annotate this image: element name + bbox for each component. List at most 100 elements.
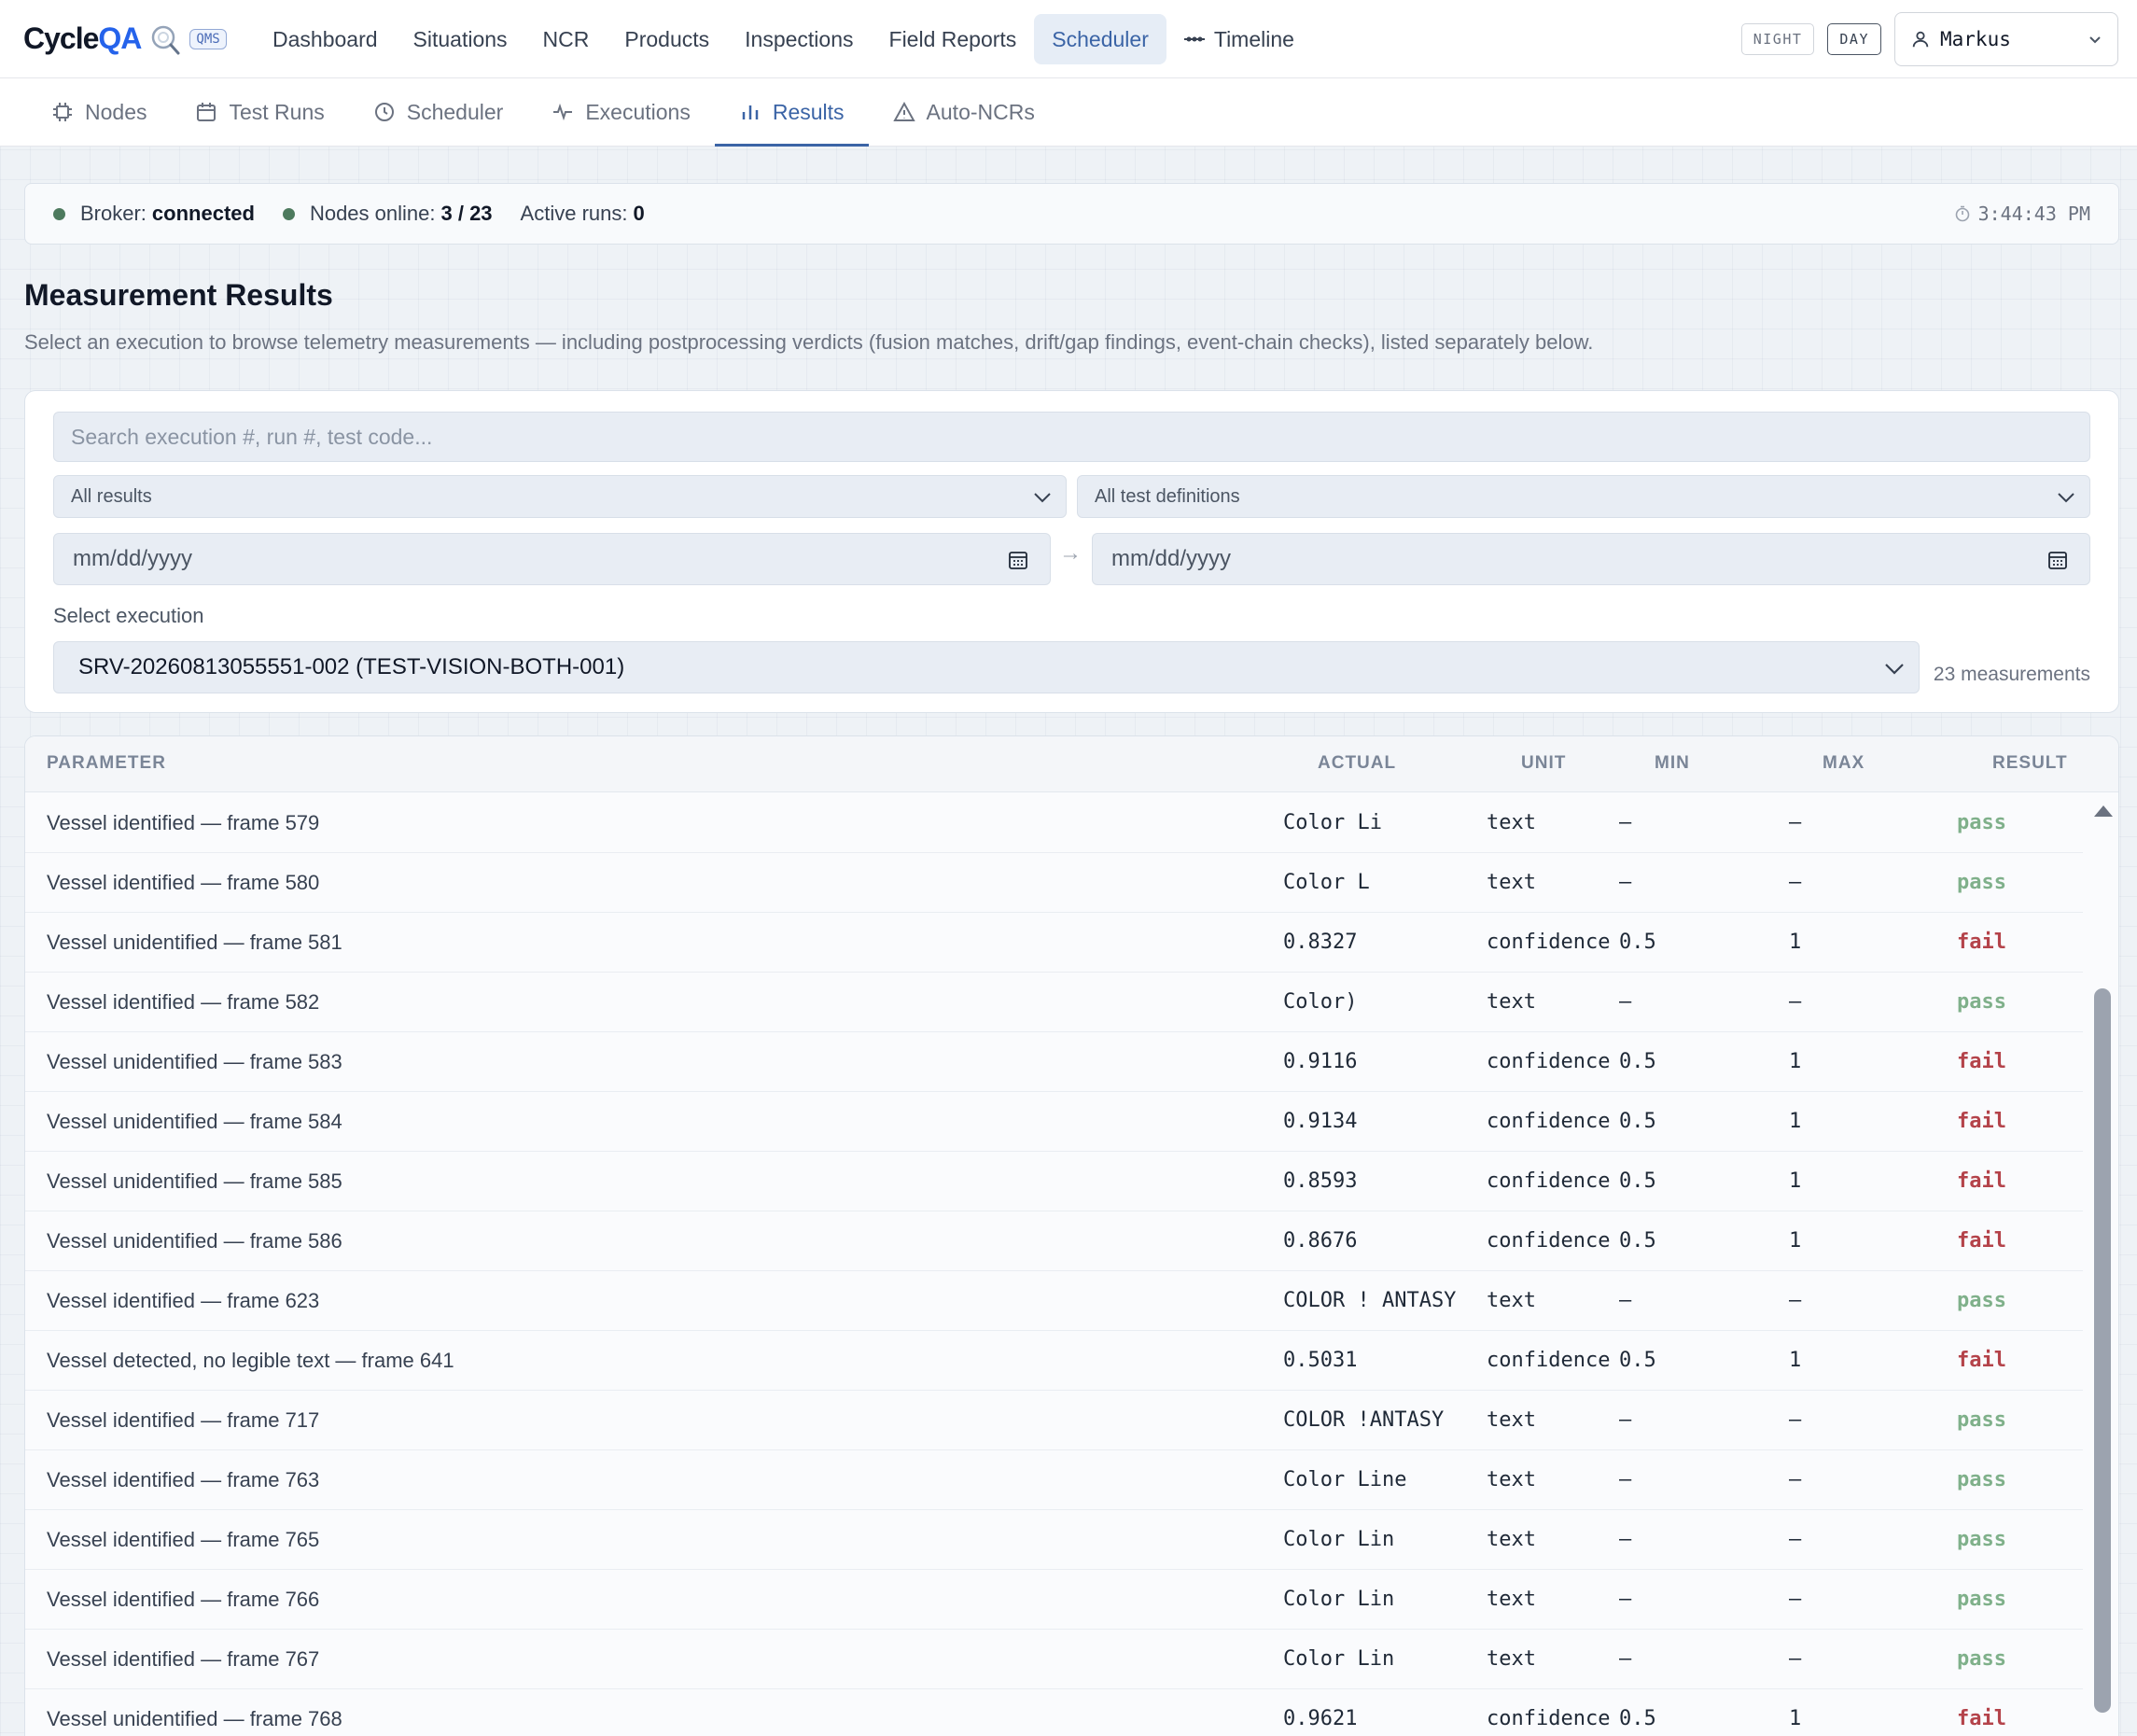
cell-parameter: Vessel identified — frame 579	[47, 811, 320, 834]
cell-result: fail	[1957, 1229, 2006, 1253]
table-row[interactable]: Vessel identified — frame 766 Color Lin te…	[25, 1570, 2083, 1630]
chevron-down-icon	[1885, 664, 1904, 675]
brand-badge: QMS	[189, 28, 227, 49]
cell-unit: text	[1487, 1468, 1536, 1491]
magnifier-logo-icon	[152, 25, 180, 54]
chevron-down-icon	[2089, 36, 2101, 44]
date-from-input[interactable]: mm/dd/yyyy	[53, 533, 1051, 585]
tab-auto-ncrs[interactable]: Auto-NCRs	[869, 78, 1059, 146]
table-row[interactable]: Vessel identified — frame 623 COLOR ! ANT…	[25, 1271, 2083, 1331]
table-row[interactable]: Vessel unidentified — frame 586 0.8676 con…	[25, 1211, 2083, 1271]
header-parameter[interactable]: PARAMETER	[47, 753, 166, 774]
user-menu[interactable]: Markus	[1894, 12, 2118, 66]
table-row[interactable]: Vessel identified — frame 717 COLOR !ANTA…	[25, 1391, 2083, 1450]
tab-test-runs[interactable]: Test Runs	[171, 78, 348, 146]
day-mode-button[interactable]: DAY	[1827, 23, 1881, 55]
cell-parameter: Vessel identified — frame 767	[47, 1647, 320, 1671]
top-navigation-bar: CycleQA QMS Dashboard Situations NCR Pro…	[0, 0, 2137, 78]
cell-max: 1	[1789, 1349, 1802, 1372]
results-table: PARAMETER ACTUAL UNIT MIN MAX RESULT Ves…	[24, 735, 2119, 1736]
table-row[interactable]: Vessel identified — frame 582 Color) text —…	[25, 973, 2083, 1032]
scheduler-subnav: Nodes Test Runs Scheduler Executions Res…	[0, 78, 2137, 147]
table-row[interactable]: Vessel unidentified — frame 584 0.9134 con…	[25, 1092, 2083, 1152]
cell-actual: 0.5031	[1283, 1349, 1358, 1372]
cell-result: fail	[1957, 1169, 2006, 1193]
search-input[interactable]: Search execution #, run #, test code...	[53, 412, 2090, 462]
status-time: 3:44:43 PM	[1977, 203, 2090, 225]
scroll-up-arrow-icon[interactable]	[2094, 805, 2113, 817]
cell-parameter: Vessel unidentified — frame 586	[47, 1229, 342, 1253]
brand[interactable]: CycleQA QMS	[23, 21, 255, 56]
table-row[interactable]: Vessel unidentified — frame 583 0.9116 con…	[25, 1032, 2083, 1092]
table-header: PARAMETER ACTUAL UNIT MIN MAX RESULT	[25, 736, 2118, 792]
tab-executions[interactable]: Executions	[527, 78, 715, 146]
scrollbar-thumb[interactable]	[2094, 988, 2111, 1713]
cell-min: 0.5	[1619, 1229, 1656, 1253]
header-actual[interactable]: ACTUAL	[1318, 753, 1396, 774]
cell-unit: confidence	[1487, 1349, 1611, 1372]
tab-scheduler[interactable]: Scheduler	[349, 78, 528, 146]
results-filter-select[interactable]: All results	[53, 475, 1067, 518]
table-row[interactable]: Vessel unidentified — frame 585 0.8593 con…	[25, 1152, 2083, 1211]
cell-max: —	[1789, 871, 1802, 894]
cell-unit: text	[1487, 1528, 1536, 1551]
user-name: Markus	[1940, 28, 2011, 50]
table-row[interactable]: Vessel identified — frame 767 Color Lin te…	[25, 1630, 2083, 1689]
table-row[interactable]: Vessel identified — frame 765 Color Lin te…	[25, 1510, 2083, 1570]
nav-inspections[interactable]: Inspections	[727, 14, 871, 64]
cell-result: pass	[1957, 1647, 2006, 1671]
header-max[interactable]: MAX	[1823, 753, 1865, 774]
table-scrollbar[interactable]	[2087, 792, 2118, 1736]
nav-situations[interactable]: Situations	[396, 14, 525, 64]
table-row[interactable]: Vessel identified — frame 579 Color Li tex…	[25, 793, 2083, 853]
calendar-icon[interactable]	[2046, 549, 2069, 571]
cell-max: —	[1789, 1528, 1802, 1551]
cell-unit: text	[1487, 1408, 1536, 1432]
nav-field-reports[interactable]: Field Reports	[872, 14, 1035, 64]
table-row[interactable]: Vessel unidentified — frame 768 0.9621 con…	[25, 1689, 2083, 1736]
execution-select[interactable]: SRV-20260813055551-002 (TEST-VISION-BOTH…	[53, 641, 1920, 693]
nav-timeline[interactable]: Timeline	[1166, 14, 1312, 64]
cell-actual: COLOR ! ANTASY	[1283, 1289, 1457, 1312]
cell-result: pass	[1957, 1468, 2006, 1491]
page-subtitle: Select an execution to browse telemetry …	[24, 330, 1594, 354]
nav-dashboard[interactable]: Dashboard	[255, 14, 396, 64]
main-nav: Dashboard Situations NCR Products Inspec…	[255, 13, 1312, 64]
table-row[interactable]: Vessel identified — frame 763 Color Line t…	[25, 1450, 2083, 1510]
tab-results[interactable]: Results	[714, 78, 869, 147]
date-to-value: mm/dd/yyyy	[1111, 546, 1232, 571]
cell-max: —	[1789, 1289, 1802, 1312]
cell-result: pass	[1957, 1528, 2006, 1551]
date-from-value: mm/dd/yyyy	[73, 546, 193, 571]
table-row[interactable]: Vessel identified — frame 580 Color L text…	[25, 853, 2083, 913]
header-result[interactable]: RESULT	[1992, 753, 2068, 774]
table-row[interactable]: Vessel unidentified — frame 581 0.8327 con…	[25, 913, 2083, 973]
cell-parameter: Vessel unidentified — frame 581	[47, 931, 342, 954]
warning-icon	[892, 101, 915, 121]
cell-min: 0.5	[1619, 1169, 1656, 1193]
cell-min: —	[1619, 811, 1632, 834]
header-unit[interactable]: UNIT	[1521, 753, 1566, 774]
cell-min: —	[1619, 1408, 1632, 1432]
cell-actual: 0.8676	[1283, 1229, 1358, 1253]
nav-ncr[interactable]: NCR	[525, 14, 608, 64]
tab-nodes[interactable]: Nodes	[27, 78, 171, 146]
top-right-controls: NIGHT DAY Markus	[1740, 12, 2118, 66]
cell-actual: 0.9116	[1283, 1050, 1358, 1073]
cell-unit: text	[1487, 990, 1536, 1014]
night-mode-button[interactable]: NIGHT	[1740, 23, 1815, 55]
table-row[interactable]: Vessel detected, no legible text — frame…	[25, 1331, 2083, 1391]
calendar-icon[interactable]	[1007, 549, 1029, 571]
execution-select-label: Select execution	[53, 604, 204, 627]
nav-products[interactable]: Products	[607, 14, 727, 64]
cell-parameter: Vessel unidentified — frame 768	[47, 1707, 342, 1730]
cell-parameter: Vessel identified — frame 623	[47, 1289, 320, 1312]
timer-icon	[1955, 205, 1969, 222]
nav-scheduler[interactable]: Scheduler	[1034, 13, 1166, 64]
definitions-filter-select[interactable]: All test definitions	[1077, 475, 2090, 518]
cell-unit: confidence	[1487, 1110, 1611, 1133]
cell-result: pass	[1957, 990, 2006, 1014]
cell-max: 1	[1789, 1229, 1802, 1253]
header-min[interactable]: MIN	[1655, 753, 1690, 774]
date-to-input[interactable]: mm/dd/yyyy	[1092, 533, 2090, 585]
